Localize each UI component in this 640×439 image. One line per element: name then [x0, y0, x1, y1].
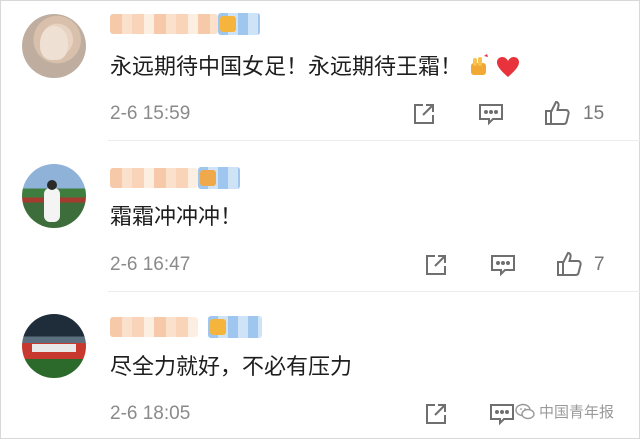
comment-text: 尽全力就好，不必有压力 [110, 355, 353, 380]
comment-text: 永远期待中国女足！永远期待王霜！ [110, 53, 520, 87]
thumbs-up-icon[interactable] [543, 99, 571, 131]
comment-time: 2-6 16:47 [110, 254, 191, 275]
comment-text: 霜霜冲冲冲！ [110, 205, 243, 230]
username-blurred[interactable] [110, 168, 198, 188]
username-blurred[interactable] [110, 317, 198, 337]
user-avatar[interactable] [22, 164, 86, 228]
user-avatar[interactable] [22, 14, 86, 78]
comment-divider [108, 291, 640, 292]
comment-icon[interactable] [490, 253, 516, 281]
share-icon[interactable] [424, 402, 448, 430]
comment-time: 2-6 18:05 [110, 403, 191, 424]
comment-icon[interactable] [489, 402, 515, 430]
member-badge [198, 167, 240, 189]
like-count: 7 [594, 254, 605, 275]
watermark: 中国青年报 [515, 402, 614, 422]
username-blurred[interactable] [110, 14, 218, 34]
share-icon[interactable] [412, 102, 436, 130]
comment-divider [108, 140, 640, 141]
thumbs-up-icon[interactable] [555, 250, 583, 282]
comment-time: 2-6 15:59 [110, 103, 191, 124]
comment-icon[interactable] [478, 102, 504, 130]
like-count: 15 [583, 103, 605, 124]
watermark-text: 中国青年报 [539, 403, 615, 421]
member-badge [208, 316, 262, 338]
user-avatar[interactable] [22, 314, 86, 378]
member-badge [218, 13, 260, 35]
raised-fist-emoji [468, 54, 490, 87]
red-heart-emoji [496, 56, 520, 87]
share-icon[interactable] [424, 253, 448, 281]
wechat-icon [515, 403, 535, 420]
